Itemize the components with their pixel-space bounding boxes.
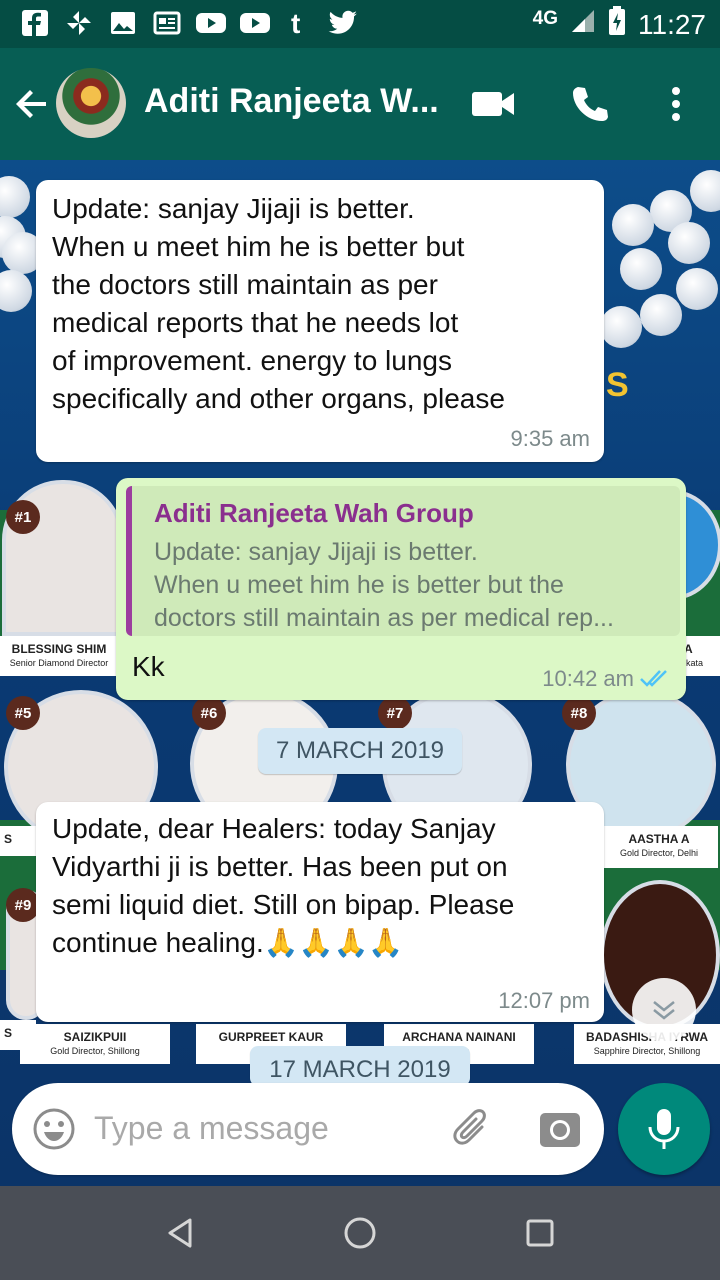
circle-home-icon [344,1217,376,1249]
message-bubble-incoming[interactable]: Update, dear Healers: today Sanjay Vidya… [36,802,604,1022]
message-bubble-incoming[interactable]: Update: sanjay Jijaji is better. When u … [36,180,604,462]
nameplate: S [0,826,36,856]
rank-badge: #8 [562,696,596,730]
nav-back-button[interactable] [156,1208,206,1258]
triangle-back-icon [168,1218,192,1248]
youtube-icon [240,8,270,38]
chat-title[interactable]: Aditi Ranjeeta W... [144,82,444,121]
network-type: 4G [532,7,558,29]
smiley-icon [33,1108,75,1150]
message-text: Update, dear Healers: today Sanjay Vidya… [52,813,515,958]
pinwheel-icon [64,8,94,38]
message-bubble-outgoing[interactable]: Aditi Ranjeeta Wah Group Update: sanjay … [116,478,686,700]
rank-badge: #5 [6,696,40,730]
quoted-message[interactable]: Aditi Ranjeeta Wah Group Update: sanjay … [126,486,680,636]
camera-button[interactable] [536,1105,584,1153]
voice-call-button[interactable] [566,80,614,128]
gallery-icon [108,8,138,38]
clock: 11:27 [638,8,706,40]
rank-badge: #7 [378,696,412,730]
status-indicators: 4G 11:27 [533,6,706,43]
square-recents-icon [526,1219,554,1247]
quoted-sender: Aditi Ranjeeta Wah Group [154,498,474,528]
signal-icon [570,8,596,41]
back-arrow-icon[interactable] [12,84,52,124]
status-bar: t 4G 11:27 [0,0,720,48]
voice-message-button[interactable] [618,1083,710,1175]
message-text: Update: sanjay Jijaji is better. When u … [52,193,505,414]
message-composer [12,1083,604,1175]
nameplate: AASTHA A Gold Director, Delhi [600,826,718,868]
emoji-button[interactable] [30,1105,78,1153]
microphone-icon [648,1109,680,1149]
nameplate: Alkata [680,636,720,676]
scroll-to-bottom-button[interactable] [632,978,696,1042]
chevron-double-down-icon [653,1001,675,1020]
message-time: 12:07 pm [498,988,590,1013]
read-receipt-icon [640,670,667,687]
video-camera-icon [472,92,514,116]
rank-badge: #6 [192,696,226,730]
twitter-icon [328,8,358,38]
chat-header: Aditi Ranjeeta W... [0,48,720,160]
nameplate: BLESSING SHIM Senior Diamond Director [0,636,118,676]
nav-recents-button[interactable] [515,1208,565,1258]
nav-home-button[interactable] [335,1208,385,1258]
nameplate: SAIZIKPUII Gold Director, Shillong [20,1024,170,1064]
battery-icon [608,6,626,43]
system-nav-bar [0,1186,720,1280]
video-call-button[interactable] [470,80,518,128]
quoted-text: Update: sanjay Jijaji is better. When u … [154,538,614,632]
notification-icons: t [20,8,358,38]
svg-text:t: t [291,9,300,37]
date-divider: 7 MARCH 2019 [258,728,462,774]
message-input[interactable] [94,1103,424,1153]
date-divider: 17 MARCH 2019 [250,1046,470,1086]
facebook-icon [20,8,50,38]
rank-badge: #9 [6,888,40,922]
news-icon [152,8,182,38]
more-vertical-icon [672,87,680,121]
message-time: 9:35 am [510,426,591,451]
paperclip-icon [453,1109,486,1145]
group-avatar[interactable] [56,68,126,138]
wallpaper-letter: S [606,366,629,404]
camera-icon [540,1113,580,1147]
youtube-icon [196,8,226,38]
phone-icon [573,87,608,121]
message-time: 10:42 am [542,666,634,691]
attach-button[interactable] [448,1105,496,1153]
rank-badge: #1 [6,500,40,534]
more-options-button[interactable] [652,80,700,128]
message-text: Kk [132,651,165,682]
tumblr-icon: t [284,8,314,38]
chat-area[interactable]: #1 #5 #6 #7 #8 #9 BLESSING SHIM Senior Di… [0,160,720,1186]
